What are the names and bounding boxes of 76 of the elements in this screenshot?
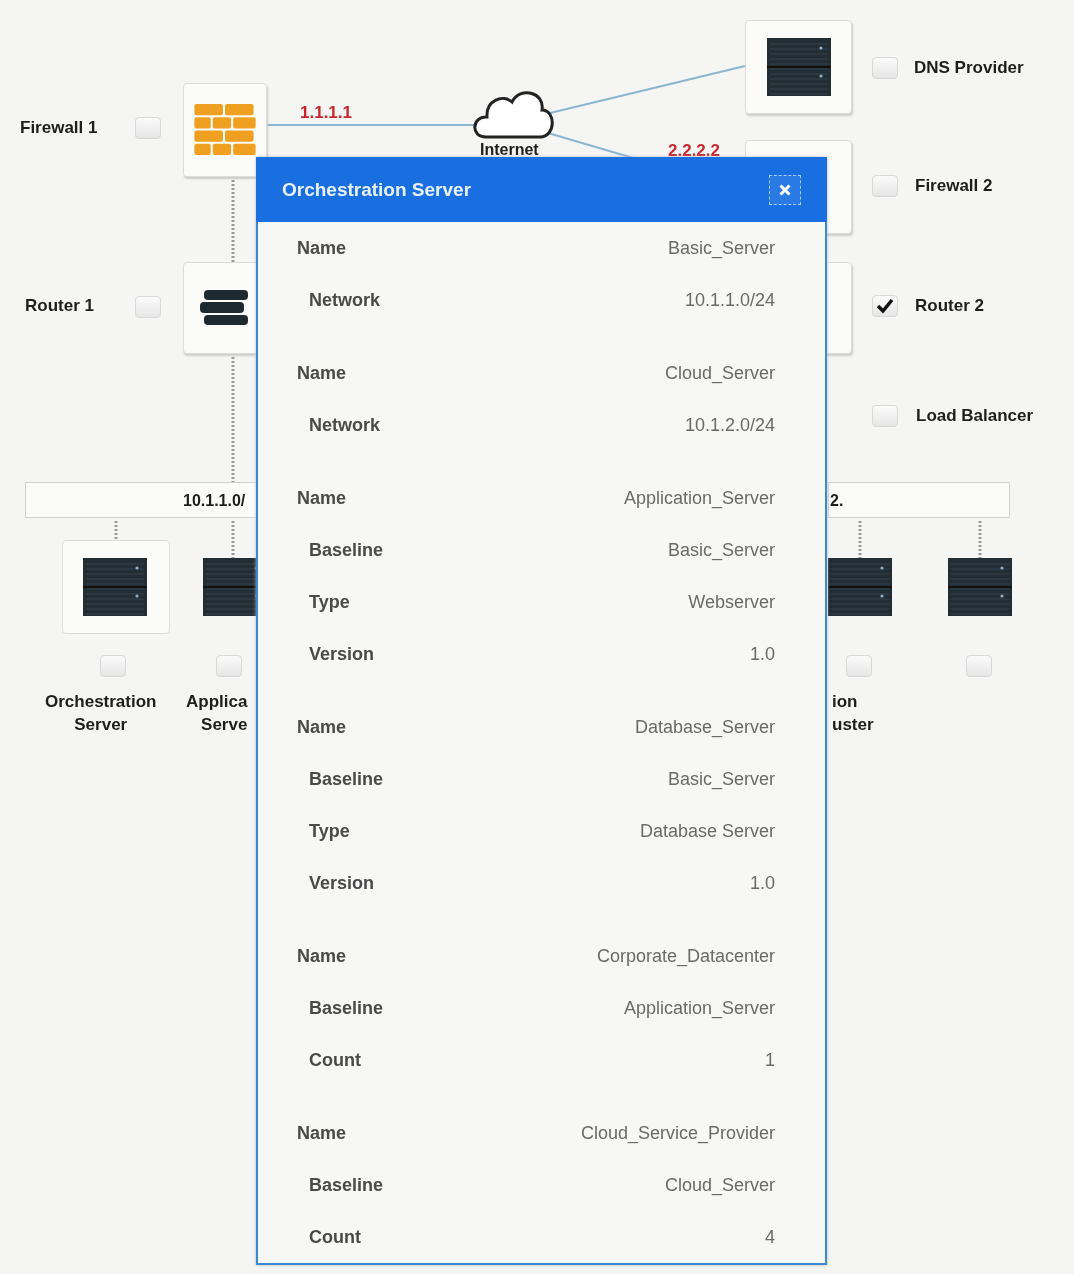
field-label: Baseline xyxy=(309,1174,384,1196)
link-line xyxy=(978,521,982,558)
field-label: Name xyxy=(297,237,347,259)
field-label: Network xyxy=(309,414,380,436)
close-icon xyxy=(779,183,791,196)
field-value: Application_Server xyxy=(623,487,775,509)
device-label: Firewall 1 xyxy=(20,118,98,138)
device-label: DNS Provider xyxy=(914,58,1024,78)
field-value: Application_Server xyxy=(623,997,775,1019)
field-value: Basic_Server xyxy=(667,237,775,259)
field-label: Baseline xyxy=(309,539,384,561)
field-value: 10.1.1.0/24 xyxy=(684,289,775,311)
field-label: Network xyxy=(309,289,380,311)
field-value: Basic_Server xyxy=(667,539,775,561)
field-label: Version xyxy=(309,643,375,665)
device-node[interactable] xyxy=(745,20,852,114)
field-label: Name xyxy=(297,716,347,738)
field-value: Basic_Server xyxy=(667,768,775,790)
subnet-label: 10.1.1.0/ xyxy=(183,491,246,511)
server-label: Orchestration Server xyxy=(45,691,157,736)
field-value: 1.0 xyxy=(749,643,775,665)
field-value: Webserver xyxy=(688,591,775,613)
field-label: Baseline xyxy=(309,997,384,1019)
field-label: Count xyxy=(309,1226,361,1248)
field-label: Version xyxy=(309,872,375,894)
device-node[interactable] xyxy=(183,83,267,177)
field-label: Baseline xyxy=(309,768,384,790)
checkbox[interactable] xyxy=(872,295,898,317)
field-label: Type xyxy=(309,820,350,842)
field-value: 4 xyxy=(765,1226,775,1248)
cloud-label: Internet xyxy=(480,140,539,160)
checkbox[interactable] xyxy=(872,175,898,197)
checkbox[interactable] xyxy=(135,296,161,318)
field-value: Database_Server xyxy=(634,716,775,738)
server-icon xyxy=(766,38,831,96)
link-line xyxy=(858,521,862,558)
checkbox[interactable] xyxy=(872,57,898,79)
close-button[interactable] xyxy=(769,174,801,205)
device-label: Router 2 xyxy=(915,296,984,316)
field-label: Name xyxy=(297,487,347,509)
checkbox[interactable] xyxy=(966,655,992,677)
subnet-label: 2. xyxy=(830,491,844,511)
checkbox[interactable] xyxy=(846,655,872,677)
checkbox[interactable] xyxy=(100,655,126,677)
field-label: Name xyxy=(297,945,347,967)
field-label: Name xyxy=(297,362,347,384)
device-label: Router 1 xyxy=(25,296,94,316)
field-value: 10.1.2.0/24 xyxy=(684,414,775,436)
field-label: Count xyxy=(309,1049,361,1071)
field-value: Corporate_Datacenter xyxy=(596,945,775,967)
router-icon xyxy=(200,290,250,326)
server-label: Applica Serve xyxy=(186,691,248,736)
field-value: 1 xyxy=(765,1049,775,1071)
dialog-title: Orchestration Server xyxy=(282,178,472,201)
link-line xyxy=(114,521,118,540)
server-label: ion uster xyxy=(832,691,874,736)
checkbox[interactable] xyxy=(872,405,898,427)
checkbox[interactable] xyxy=(135,117,161,139)
field-value: Cloud_Server xyxy=(664,1174,775,1196)
server-icon xyxy=(83,558,147,616)
device-label: Firewall 2 xyxy=(915,176,993,196)
ip-label: 2.2.2.2 xyxy=(668,141,720,161)
link-line xyxy=(231,521,235,558)
ip-label: 1.1.1.1 xyxy=(300,103,352,123)
field-value: Cloud_Service_Provider xyxy=(580,1122,775,1144)
field-value: 1.0 xyxy=(749,872,775,894)
field-label: Name xyxy=(297,1122,347,1144)
server-icon xyxy=(948,558,1012,616)
device-label: Load Balancer xyxy=(916,406,1034,426)
server-icon xyxy=(828,558,892,616)
field-value: Database Server xyxy=(639,820,775,842)
checkbox[interactable] xyxy=(216,655,242,677)
cloud-icon xyxy=(473,91,554,139)
field-value: Cloud_Server xyxy=(664,362,775,384)
field-label: Type xyxy=(309,591,350,613)
brick-wall-icon xyxy=(194,104,256,156)
